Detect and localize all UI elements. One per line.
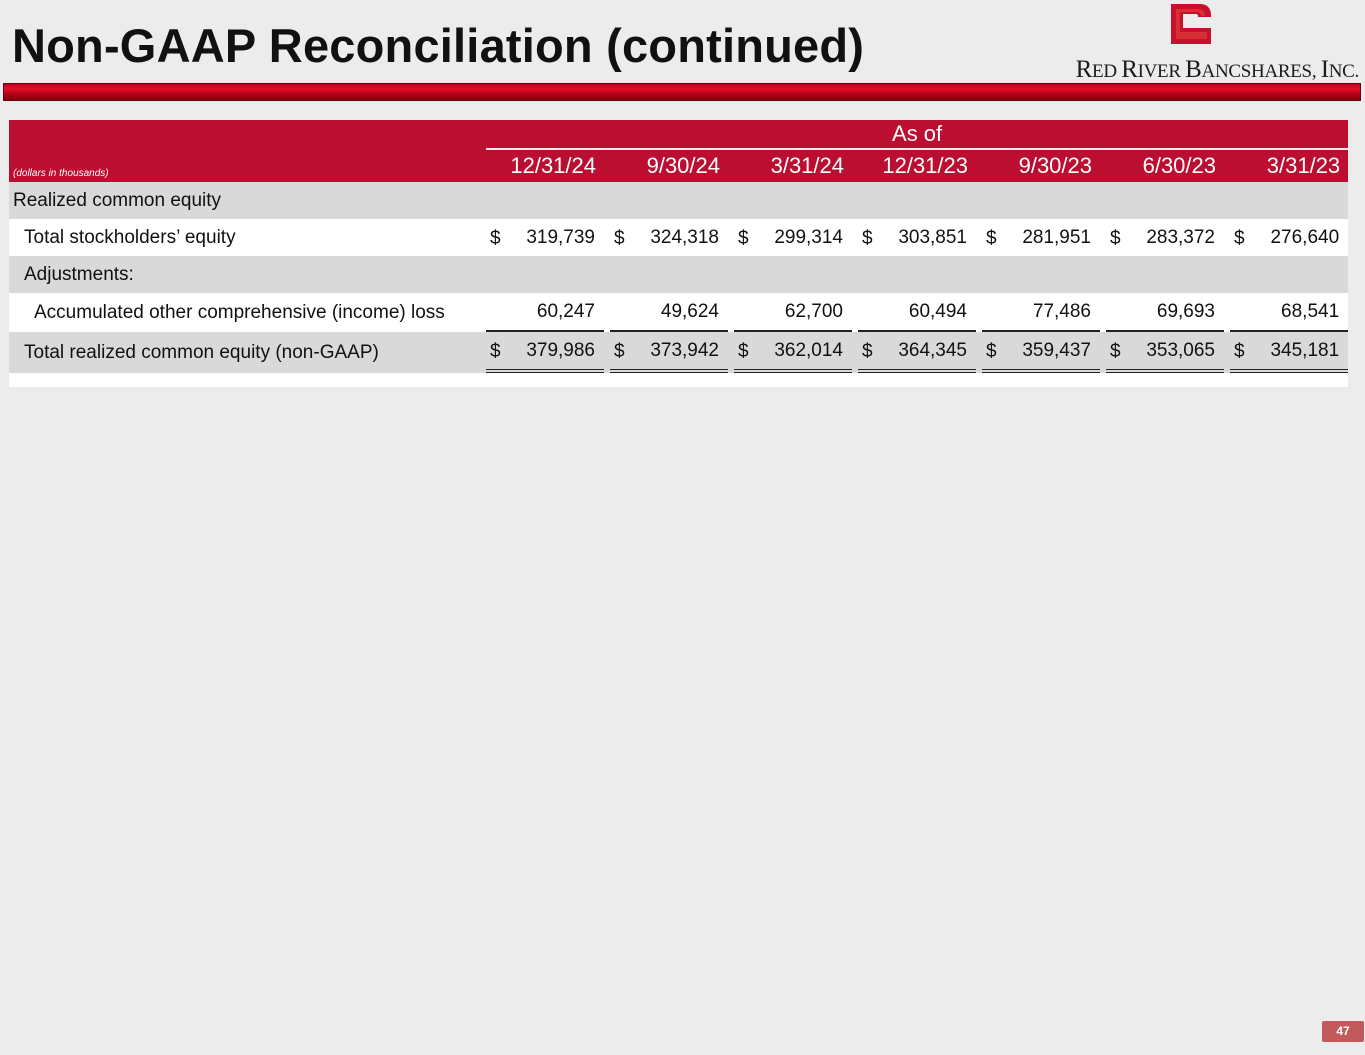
column-header: 3/31/24 xyxy=(734,150,852,182)
table-row: Realized common equity xyxy=(9,182,1349,219)
table-cell: 77,486 xyxy=(1032,300,1091,322)
currency-symbol: $ xyxy=(862,228,873,249)
row-label-total-realized-common-equity: Total realized common equity (non-GAAP) xyxy=(9,332,486,373)
table-cell: 373,942 xyxy=(650,339,719,361)
units-note: (dollars in thousands) xyxy=(9,150,486,182)
table-cell: 62,700 xyxy=(784,300,843,322)
header-row-as-of: As of xyxy=(9,120,1349,150)
table-spacer-row xyxy=(9,373,1349,387)
currency-symbol: $ xyxy=(986,341,997,362)
table-cell: 283,372 xyxy=(1146,226,1215,248)
currency-symbol: $ xyxy=(738,341,749,362)
as-of-header: As of xyxy=(486,120,1349,150)
table-cell: 68,541 xyxy=(1281,300,1340,322)
currency-symbol: $ xyxy=(862,341,873,362)
column-header: 9/30/24 xyxy=(610,150,728,182)
table-row: Accumulated other comprehensive (income)… xyxy=(9,293,1349,332)
table-cell: 60,494 xyxy=(908,300,967,322)
column-header: 3/31/23 xyxy=(1230,150,1349,182)
river-mark-icon xyxy=(1171,4,1211,44)
section-header-realized-common-equity: Realized common equity xyxy=(9,182,486,219)
row-label-total-stockholders-equity: Total stockholders’ equity xyxy=(9,219,486,256)
table-cell: 364,345 xyxy=(898,339,967,361)
table-cell: 303,851 xyxy=(898,226,967,248)
column-header: 12/31/24 xyxy=(486,150,604,182)
table-cell: 324,318 xyxy=(650,226,719,248)
table-cell: 299,314 xyxy=(774,226,843,248)
currency-symbol: $ xyxy=(490,228,501,249)
table-cell: 69,693 xyxy=(1156,300,1215,322)
row-label-adjustments: Adjustments: xyxy=(9,256,486,293)
currency-symbol: $ xyxy=(986,228,997,249)
currency-symbol: $ xyxy=(1110,228,1121,249)
column-header: 6/30/23 xyxy=(1106,150,1224,182)
table-cell: 49,624 xyxy=(660,300,719,322)
row-label-aoci: Accumulated other comprehensive (income)… xyxy=(9,293,486,332)
column-header: 12/31/23 xyxy=(858,150,976,182)
table-cell: 345,181 xyxy=(1270,339,1340,361)
table-cell: 359,437 xyxy=(1022,339,1091,361)
page-number: 47 xyxy=(1322,1021,1364,1042)
table-row: Total stockholders’ equity $319,739 $324… xyxy=(9,219,1349,256)
company-name: RED RIVER BANCSHARES, INC. xyxy=(1075,56,1360,83)
company-logo: RED RIVER BANCSHARES, INC. xyxy=(1029,4,1359,84)
reconciliation-table: As of (dollars in thousands) 12/31/24 9/… xyxy=(9,120,1349,387)
page-title: Non-GAAP Reconciliation (continued) xyxy=(12,19,865,72)
column-header: 9/30/23 xyxy=(982,150,1100,182)
table-cell: 362,014 xyxy=(774,339,843,361)
currency-symbol: $ xyxy=(1234,228,1245,249)
table-cell: 60,247 xyxy=(536,300,595,322)
table-cell: 276,640 xyxy=(1270,226,1340,248)
title-divider-bar xyxy=(3,83,1361,101)
currency-symbol: $ xyxy=(1234,341,1245,362)
header-row-dates: (dollars in thousands) 12/31/24 9/30/24 … xyxy=(9,150,1349,182)
table-cell: 353,065 xyxy=(1146,339,1215,361)
table-cell: 319,739 xyxy=(526,226,595,248)
table-cell: 281,951 xyxy=(1022,226,1091,248)
currency-symbol: $ xyxy=(1110,341,1121,362)
currency-symbol: $ xyxy=(738,228,749,249)
currency-symbol: $ xyxy=(614,341,625,362)
table-cell: 379,986 xyxy=(526,339,595,361)
currency-symbol: $ xyxy=(490,341,501,362)
table-row: Adjustments: xyxy=(9,256,1349,293)
table-row: Total realized common equity (non-GAAP) … xyxy=(9,332,1349,373)
currency-symbol: $ xyxy=(614,228,625,249)
